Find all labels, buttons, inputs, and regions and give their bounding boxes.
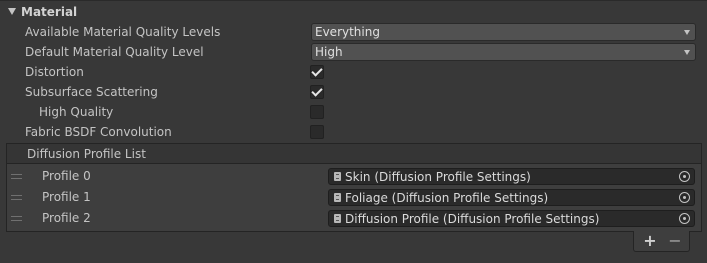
list-item: Profile 0 Skin (Diffusion Profile Settin…	[7, 166, 701, 187]
dropdown-value: Everything	[315, 25, 380, 39]
fabric-bsdf-convolution-row: Fabric BSDF Convolution	[0, 122, 707, 142]
list-header-label: Diffusion Profile List	[27, 147, 146, 161]
remove-item-button[interactable]: −	[665, 232, 685, 250]
object-field-value: Diffusion Profile (Diffusion Profile Set…	[345, 212, 600, 226]
foldout-triangle-down-icon[interactable]	[8, 8, 16, 15]
high-quality-checkbox[interactable]	[310, 105, 324, 119]
list-footer: + −	[633, 231, 690, 252]
available-quality-levels-dropdown[interactable]: Everything	[311, 23, 696, 41]
dropdown-value: High	[315, 45, 343, 59]
divider	[0, 0, 707, 1]
drag-handle-icon[interactable]	[11, 174, 22, 179]
list-item: Profile 2 Diffusion Profile (Diffusion P…	[7, 208, 701, 229]
distortion-row: Distortion	[0, 62, 707, 82]
material-foldout-header[interactable]: Material	[0, 3, 707, 21]
profile-label: Profile 2	[42, 211, 91, 225]
profile-object-field[interactable]: Skin (Diffusion Profile Settings)	[328, 168, 695, 185]
diffusion-profile-list-header: Diffusion Profile List	[6, 143, 702, 164]
field-label: Default Material Quality Level	[25, 45, 204, 59]
available-quality-levels-row: Available Material Quality Levels Everyt…	[0, 22, 707, 42]
field-label: Distortion	[25, 65, 84, 79]
field-label: Subsurface Scattering	[25, 85, 158, 99]
drag-handle-icon[interactable]	[11, 195, 22, 200]
distortion-checkbox[interactable]	[310, 65, 324, 79]
field-label: High Quality	[39, 105, 114, 119]
profile-label: Profile 1	[42, 190, 91, 204]
profile-label: Profile 0	[42, 169, 91, 183]
chevron-down-icon	[684, 30, 690, 35]
add-item-button[interactable]: +	[640, 232, 660, 250]
profile-object-field[interactable]: Diffusion Profile (Diffusion Profile Set…	[328, 210, 695, 227]
object-picker-icon[interactable]	[679, 192, 690, 203]
drag-handle-icon[interactable]	[11, 216, 22, 221]
object-field-value: Foliage (Diffusion Profile Settings)	[345, 191, 549, 205]
scriptable-object-icon	[334, 172, 341, 181]
list-item: Profile 1 Foliage (Diffusion Profile Set…	[7, 187, 701, 208]
object-picker-icon[interactable]	[679, 171, 690, 182]
high-quality-row: High Quality	[0, 102, 707, 122]
object-picker-icon[interactable]	[679, 213, 690, 224]
chevron-down-icon	[684, 50, 690, 55]
fabric-bsdf-convolution-checkbox[interactable]	[310, 125, 324, 139]
profile-object-field[interactable]: Foliage (Diffusion Profile Settings)	[328, 189, 695, 206]
object-field-value: Skin (Diffusion Profile Settings)	[345, 170, 531, 184]
material-settings-panel: Material Available Material Quality Leve…	[0, 0, 707, 263]
scriptable-object-icon	[334, 193, 341, 202]
subsurface-scattering-checkbox[interactable]	[310, 85, 324, 99]
field-label: Available Material Quality Levels	[25, 25, 221, 39]
field-label: Fabric BSDF Convolution	[25, 125, 172, 139]
default-quality-level-dropdown[interactable]: High	[311, 43, 696, 61]
subsurface-scattering-row: Subsurface Scattering	[0, 82, 707, 102]
scriptable-object-icon	[334, 214, 341, 223]
section-title: Material	[21, 5, 78, 19]
default-quality-level-row: Default Material Quality Level High	[0, 42, 707, 62]
